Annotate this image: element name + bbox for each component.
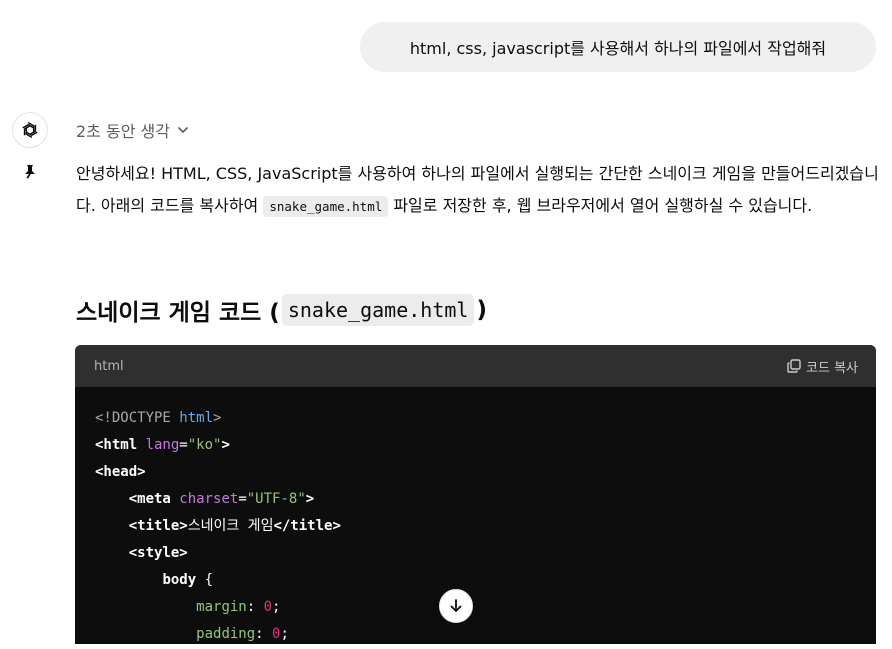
code-line: <style> <box>95 540 856 567</box>
code-token: "UTF-8" <box>246 491 306 507</box>
thought-label: 2초 동안 생각 <box>76 122 170 141</box>
code-line: <head> <box>95 459 856 486</box>
code-line: margin: 0; <box>95 594 856 621</box>
code-token: <title> <box>128 518 188 534</box>
user-message-text: html, css, javascript를 사용해서 하나의 파일에서 작업해… <box>409 39 827 58</box>
code-body: <!DOCTYPE html> <html lang="ko"> <head> <m… <box>75 387 876 649</box>
code-line: <meta charset="UTF-8"> <box>95 486 856 513</box>
code-token: lang <box>145 437 180 453</box>
code-line: <html lang="ko"> <box>95 432 856 459</box>
code-token: html <box>179 410 214 426</box>
code-token: ; <box>280 626 289 642</box>
code-token: > <box>213 410 222 426</box>
code-token: margin <box>196 599 247 615</box>
code-token: { <box>196 572 214 588</box>
code-line: body { <box>95 567 856 594</box>
code-line: <title>스네이크 게임</title> <box>95 513 856 540</box>
code-token: > <box>221 437 230 453</box>
chevron-down-icon <box>178 127 188 133</box>
code-token: body <box>162 572 197 588</box>
assistant-avatar <box>12 112 48 148</box>
code-token: <meta <box>128 491 180 507</box>
code-token: ; <box>272 599 281 615</box>
code-token: "ko" <box>187 437 222 453</box>
user-message-bubble: html, css, javascript를 사용해서 하나의 파일에서 작업해… <box>360 22 876 72</box>
inline-code-filename: snake_game.html <box>263 196 389 217</box>
pin-icon[interactable] <box>20 162 40 182</box>
code-token: <html <box>95 437 146 453</box>
code-token: = <box>238 491 247 507</box>
code-token: = <box>179 437 188 453</box>
code-token: <!DOCTYPE <box>95 410 180 426</box>
code-token: : <box>255 626 273 642</box>
code-block: html 코드 복사 <!DOCTYPE html> <html lang="ko… <box>75 345 876 649</box>
code-token: padding <box>196 626 256 642</box>
thought-toggle[interactable]: 2초 동안 생각 <box>76 119 190 141</box>
code-block-header: html 코드 복사 <box>75 345 876 387</box>
copy-code-button[interactable]: 코드 복사 <box>786 357 858 376</box>
code-token: charset <box>179 491 239 507</box>
code-token: </title> <box>273 518 341 534</box>
code-language-label: html <box>94 358 124 374</box>
code-token: > <box>305 491 315 507</box>
arrow-down-icon <box>450 599 462 612</box>
code-line: <!DOCTYPE html> <box>95 405 856 432</box>
scroll-to-bottom-button[interactable] <box>439 589 473 623</box>
section-heading: 스네이크 게임 코드 (snake_game.html) <box>76 290 487 330</box>
heading-text: 스네이크 게임 코드 ( <box>76 300 280 326</box>
code-token: 스네이크 게임 <box>187 518 274 534</box>
heading-code-filename: snake_game.html <box>281 294 475 326</box>
composer-edge <box>0 644 892 649</box>
heading-close: ) <box>476 297 487 323</box>
copy-icon <box>787 359 801 373</box>
answer-text-after: 파일로 저장한 후, 웹 브라우저에서 열어 실행하실 수 있습니다. <box>388 196 813 215</box>
openai-logo-icon <box>22 122 38 138</box>
code-token: <style> <box>128 545 188 561</box>
code-token: 0 <box>263 599 273 615</box>
answer-paragraph: 안녕하세요! HTML, CSS, JavaScript를 사용하여 하나의 파… <box>76 158 882 223</box>
code-token: <head> <box>95 464 146 480</box>
code-token: : <box>246 599 264 615</box>
copy-code-label: 코드 복사 <box>806 360 858 376</box>
